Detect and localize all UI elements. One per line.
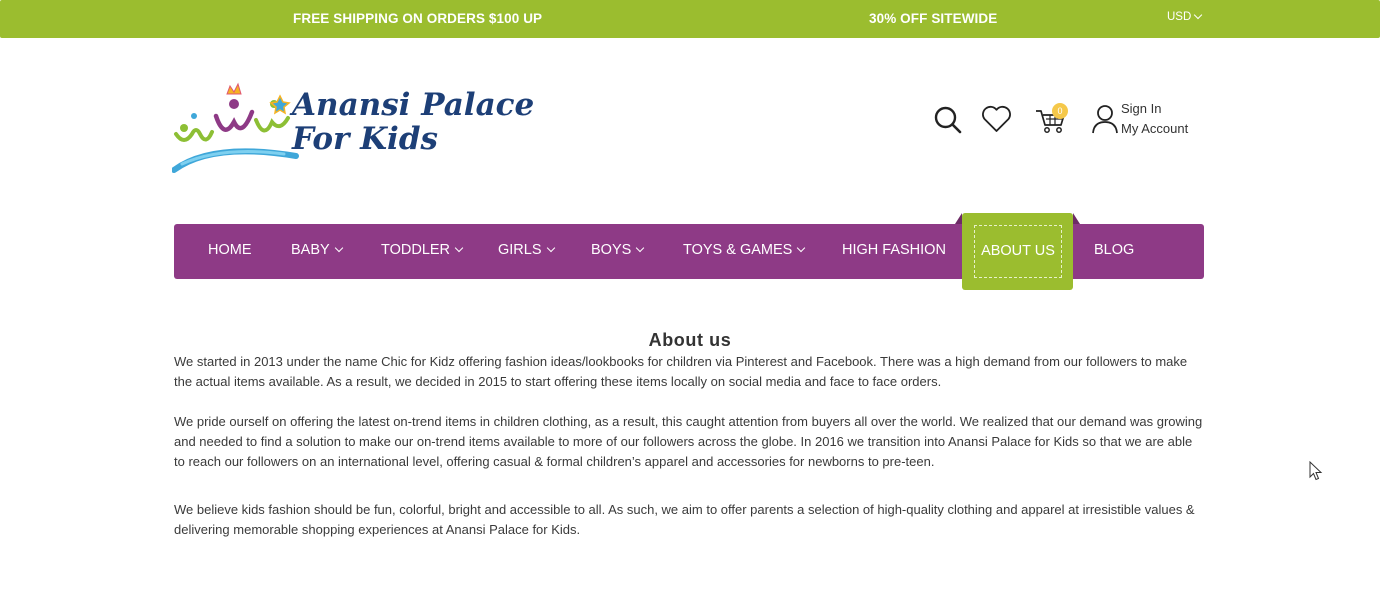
page-title: About us bbox=[648, 330, 732, 350]
currency-label: USD bbox=[1167, 11, 1192, 23]
heart-icon[interactable] bbox=[981, 105, 1012, 133]
nav-item-label: TODDLER bbox=[381, 242, 451, 258]
chevron-down-icon bbox=[797, 243, 806, 253]
about-paragraph-1: We started in 2013 under the name Chic f… bbox=[174, 354, 1188, 389]
nav-item-home[interactable]: HOME bbox=[208, 224, 252, 279]
kids-figures-logo-icon bbox=[172, 82, 299, 173]
nav-item-boys[interactable]: BOYS bbox=[591, 224, 645, 279]
nav-item-toys-games[interactable]: TOYS & GAMES bbox=[683, 224, 806, 279]
about-paragraph-2: We pride ourself on offering the latest … bbox=[174, 414, 1203, 469]
logo-line-2: For Kids bbox=[292, 121, 438, 157]
nav-item-label: TOYS & GAMES bbox=[683, 242, 793, 258]
nav-item-high-fashion[interactable]: HIGH FASHION bbox=[842, 224, 946, 279]
nav-item-label: BLOG bbox=[1094, 242, 1135, 258]
promo-bar: FREE SHIPPING ON ORDERS $100 UP 30% OFF … bbox=[0, 0, 1380, 38]
sitewide-discount-promo: 30% OFF SITEWIDE bbox=[869, 11, 998, 26]
mouse-pointer-icon bbox=[1309, 461, 1323, 481]
nav-item-label: HIGH FASHION bbox=[842, 242, 946, 258]
nav-item-toddler[interactable]: TODDLER bbox=[381, 224, 464, 279]
account-links: Sign In My Account bbox=[1121, 99, 1188, 139]
cart-count-badge: 0 bbox=[1052, 103, 1068, 119]
nav-item-label: BOYS bbox=[591, 242, 632, 258]
chevron-down-icon bbox=[636, 243, 645, 253]
active-tab-corner-right bbox=[1073, 213, 1080, 224]
chevron-down-icon bbox=[1194, 10, 1203, 20]
chevron-down-icon bbox=[454, 243, 464, 253]
user-icon[interactable] bbox=[1091, 104, 1119, 134]
chevron-down-icon bbox=[334, 243, 343, 253]
nav-item-label: BABY bbox=[291, 242, 330, 258]
my-account-link[interactable]: My Account bbox=[1121, 119, 1188, 139]
logo-wordmark: Anansi Palace For Kids bbox=[292, 88, 534, 156]
currency-selector[interactable]: USD bbox=[1167, 10, 1203, 23]
nav-item-label: GIRLS bbox=[498, 242, 542, 258]
chevron-down-icon bbox=[546, 243, 555, 253]
search-icon[interactable] bbox=[933, 105, 963, 135]
nav-item-blog[interactable]: BLOG bbox=[1094, 224, 1134, 279]
free-shipping-promo: FREE SHIPPING ON ORDERS $100 UP bbox=[293, 11, 543, 26]
sign-in-link[interactable]: Sign In bbox=[1121, 99, 1188, 119]
nav-item-baby[interactable]: BABY bbox=[291, 224, 343, 279]
logo-line-1: Anansi Palace bbox=[292, 87, 535, 123]
nav-item-label: HOME bbox=[208, 242, 252, 258]
nav-item-girls[interactable]: GIRLS bbox=[498, 224, 555, 279]
about-paragraph-3: We believe kids fashion should be fun, c… bbox=[174, 502, 1195, 537]
site-logo[interactable]: Anansi Palace For Kids bbox=[172, 76, 534, 176]
nav-item-about-us[interactable]: ABOUT US bbox=[974, 225, 1062, 278]
active-tab-corner-left bbox=[955, 213, 962, 224]
